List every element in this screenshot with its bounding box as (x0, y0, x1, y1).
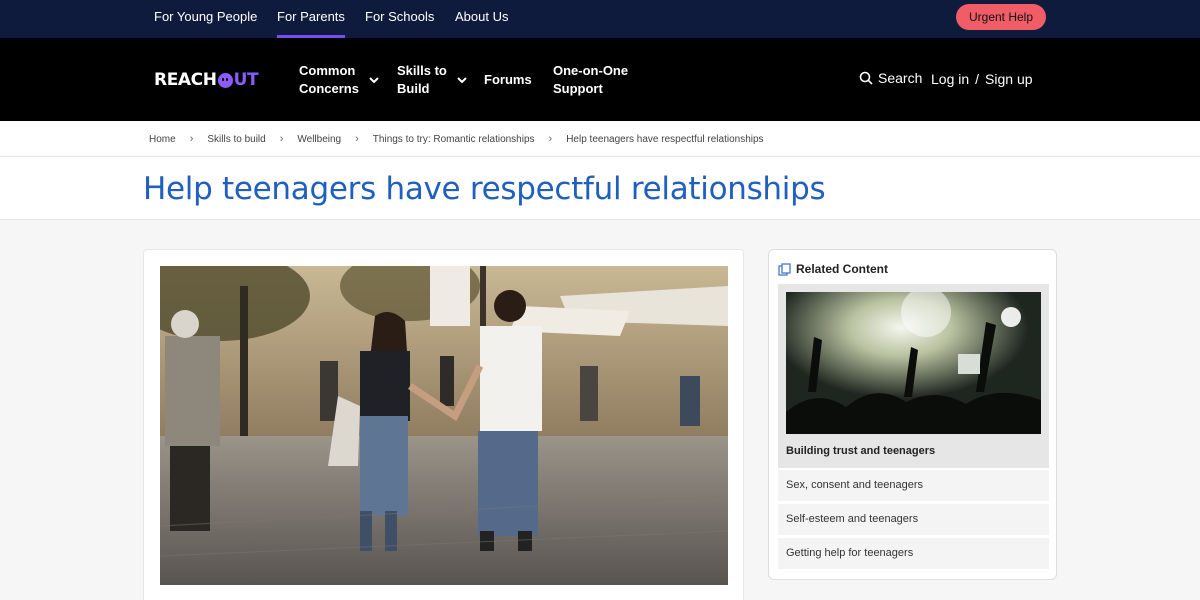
title-bar: Help teenagers have respectful relations… (0, 157, 1200, 220)
related-item[interactable]: Getting help for teenagers (778, 538, 1049, 569)
chevron-down-icon (369, 77, 379, 84)
logo-text-out: UT (217, 70, 259, 90)
chevron-right-icon: › (279, 133, 284, 145)
search-icon (859, 71, 873, 85)
auth-separator: / (975, 71, 980, 87)
nav-skills-to-build-label: Skills to Build (397, 63, 447, 96)
breadcrumb-skills[interactable]: Skills to build (207, 134, 265, 145)
logo-text-ut: UT (233, 70, 259, 90)
related-content-icon (778, 262, 791, 276)
audience-link-schools[interactable]: For Schools (365, 9, 434, 38)
page-title: Help teenagers have respectful relations… (143, 171, 826, 207)
audience-bar: For Young People For Parents For Schools… (0, 0, 1200, 38)
login-link[interactable]: Log in (931, 71, 969, 87)
chevron-right-icon: › (189, 133, 194, 145)
search-button[interactable]: Search (859, 70, 922, 86)
related-item[interactable]: Sex, consent and teenagers (778, 470, 1049, 501)
related-feature-title: Building trust and teenagers (786, 445, 936, 457)
breadcrumb-bar: Home › Skills to build › Wellbeing › Thi… (0, 121, 1200, 157)
chevron-right-icon: › (548, 133, 553, 145)
chevron-right-icon: › (355, 133, 359, 145)
concert-crowd-image (786, 292, 1041, 434)
search-label: Search (878, 70, 923, 86)
related-content-title: Related Content (796, 262, 889, 276)
reachout-logo[interactable]: REACH UT (154, 70, 259, 90)
auth-links: Log in / Sign up (931, 71, 1033, 87)
article-card (143, 249, 744, 600)
hero-image (160, 266, 728, 585)
related-content-heading: Related Content (778, 262, 888, 276)
breadcrumb-wellbeing[interactable]: Wellbeing (297, 134, 341, 145)
related-feature-card[interactable]: Building trust and teenagers (778, 284, 1049, 468)
urgent-help-button[interactable]: Urgent Help (956, 4, 1046, 30)
breadcrumb-current: Help teenagers have respectful relations… (566, 133, 764, 145)
nav-skills-to-build[interactable]: Skills to Build (397, 62, 467, 98)
nav-common-concerns-label: Common Concerns (299, 63, 359, 96)
chevron-down-icon (457, 77, 467, 84)
logo-face-icon (217, 72, 233, 88)
nav-one-on-one-label: One-on-One Support (553, 63, 629, 96)
nav-one-on-one-support[interactable]: One-on-One Support (553, 62, 628, 98)
related-content-panel: Related Content Building trust and teena… (768, 249, 1057, 580)
related-item[interactable]: Self-esteem and teenagers (778, 504, 1049, 535)
audience-link-about-us[interactable]: About Us (455, 9, 508, 38)
breadcrumb: Home › Skills to build › Wellbeing › Thi… (149, 133, 764, 145)
breadcrumb-home[interactable]: Home (149, 134, 176, 145)
breadcrumb-things-to-try[interactable]: Things to try: Romantic relationships (373, 134, 535, 145)
audience-link-parents[interactable]: For Parents (277, 9, 345, 38)
nav-forums[interactable]: Forums (484, 71, 532, 89)
logo-text-reach: REACH (154, 70, 217, 90)
main-nav: REACH UT Common Concerns Skills to Build… (0, 38, 1200, 121)
nav-common-concerns[interactable]: Common Concerns (299, 62, 379, 98)
concert-photo (786, 292, 1041, 434)
couple-walking-photo (160, 266, 728, 585)
nav-forums-label: Forums (484, 72, 532, 87)
signup-link[interactable]: Sign up (985, 71, 1032, 87)
audience-link-young-people[interactable]: For Young People (154, 9, 257, 38)
